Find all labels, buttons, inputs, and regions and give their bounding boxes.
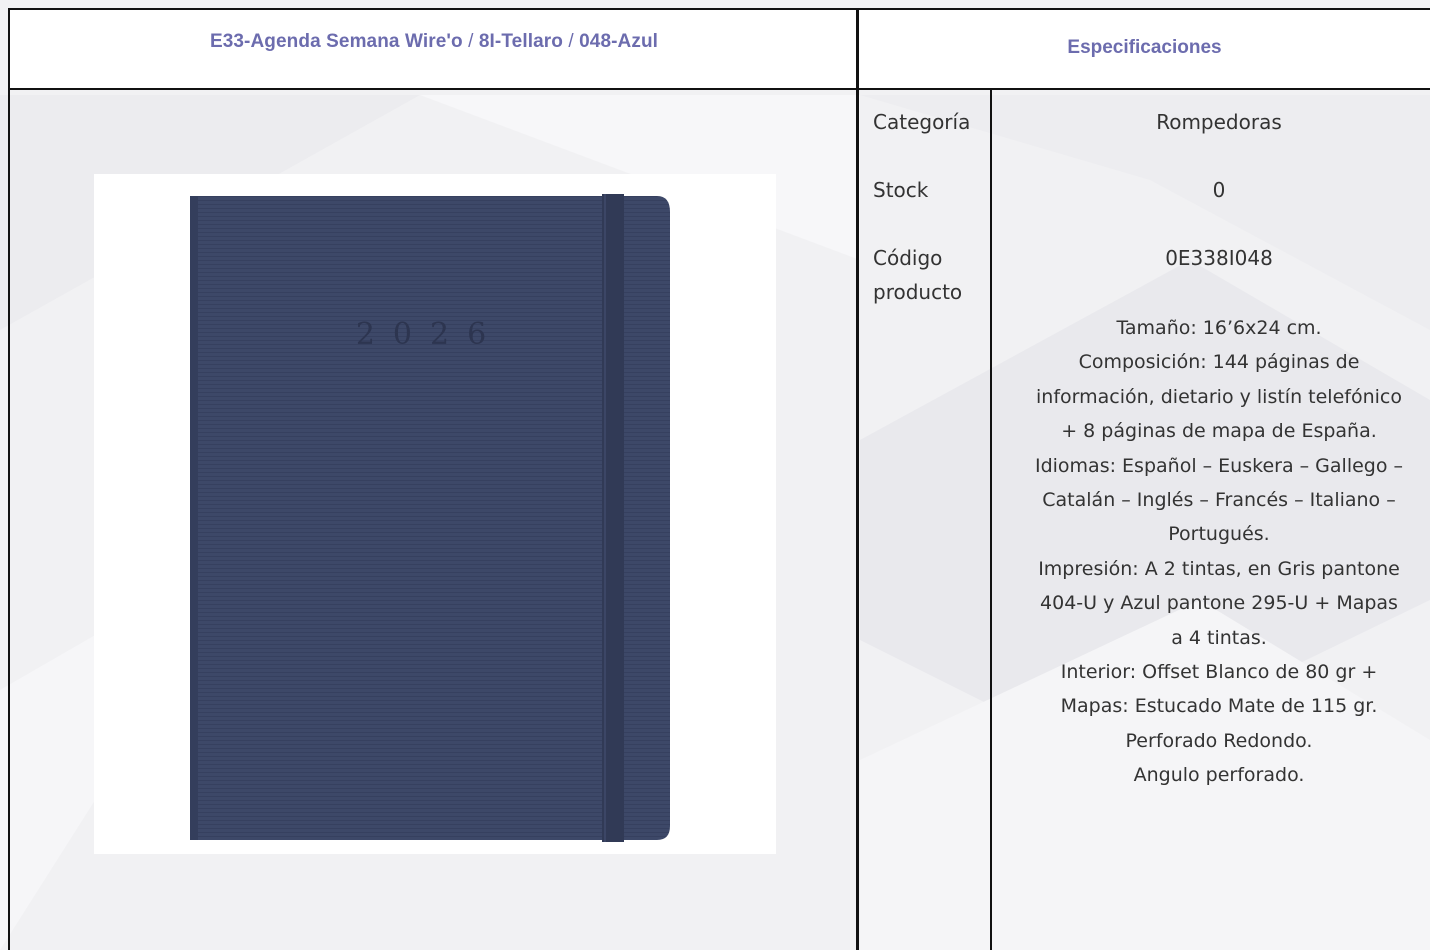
description-line: Angulo perforado. bbox=[1133, 764, 1305, 787]
description-line: + 8 páginas de mapa de España. bbox=[1061, 420, 1377, 443]
code-label: Código producto bbox=[873, 241, 962, 309]
product-title: E33-Agenda Semana Wire'o / 8I-Tellaro / … bbox=[210, 31, 658, 53]
description-line: Catalán – Inglés – Francés – Italiano – bbox=[1042, 489, 1396, 512]
title-separator: / bbox=[568, 30, 574, 52]
description-line: Impresión: A 2 tintas, en Gris pantone bbox=[1038, 557, 1400, 580]
description-line: Composición: 144 páginas de bbox=[1078, 351, 1360, 374]
description-line: Mapas: Estucado Mate de 115 gr. bbox=[1060, 695, 1378, 718]
specs-cell: Categoría Rompedoras Stock 0 Código prod… bbox=[856, 90, 1430, 950]
product-title-cell: E33-Agenda Semana Wire'o / 8I-Tellaro / … bbox=[8, 8, 858, 90]
category-label: Categoría bbox=[873, 110, 971, 134]
stock-value: 0 bbox=[1212, 178, 1226, 202]
cover-year: 2026 bbox=[356, 317, 504, 352]
product-code: E33-Agenda Semana Wire'o bbox=[209, 30, 463, 52]
specs-title: Especificaciones bbox=[1067, 36, 1222, 58]
description-line: Portugués. bbox=[1168, 523, 1270, 546]
category-value: Rompedoras bbox=[1156, 110, 1282, 134]
agenda-cover-icon: 2026 bbox=[190, 194, 670, 842]
product-table: E33-Agenda Semana Wire'o / 8I-Tellaro / … bbox=[8, 8, 1430, 950]
product-color: 048-Azul bbox=[579, 30, 659, 52]
code-label-line2: producto bbox=[873, 280, 963, 304]
agenda-product-photo: 2026 bbox=[94, 174, 776, 854]
code-label-line1: Código bbox=[873, 246, 943, 270]
description-line: información, dietario y listín telefónic… bbox=[1036, 385, 1402, 408]
title-separator: / bbox=[468, 30, 474, 52]
description-line: a 4 tintas. bbox=[1171, 626, 1267, 649]
description-line: Tamaño: 16’6x24 cm. bbox=[1116, 317, 1322, 339]
description-line: Perforado Redondo. bbox=[1125, 729, 1313, 752]
stock-label: Stock bbox=[873, 178, 929, 202]
product-description: Tamaño: 16’6x24 cm. Composición: 144 pág… bbox=[1004, 311, 1430, 793]
code-value: 0E338I048 bbox=[1165, 246, 1273, 270]
product-image-cell: 2026 bbox=[8, 90, 858, 950]
description-line: Idiomas: Español – Euskera – Gallego – bbox=[1034, 454, 1404, 477]
specs-header-cell: Especificaciones bbox=[856, 8, 1430, 90]
description-line: Interior: Offset Blanco de 80 gr + bbox=[1060, 661, 1378, 684]
specs-column-divider bbox=[990, 90, 992, 950]
description-line: 404-U y Azul pantone 295-U + Mapas bbox=[1040, 592, 1398, 615]
product-material: 8I-Tellaro bbox=[478, 30, 563, 52]
